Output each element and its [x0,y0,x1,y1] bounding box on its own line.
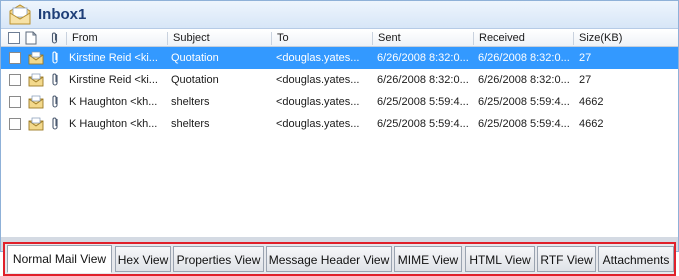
column-header-size[interactable]: Size(KB) [575,30,622,47]
column-separator [271,32,272,45]
tab-properties-view[interactable]: Properties View [173,246,264,272]
message-to: <douglas.yates... [276,52,360,64]
message-received: 6/25/2008 5:59:4... [478,118,570,130]
folder-title-bar: Inbox1 [1,1,678,29]
message-to: <douglas.yates... [276,118,360,130]
tab-rtf-view[interactable]: RTF View [537,246,596,272]
message-from: Kirstine Reid <ki... [69,74,158,86]
tab-mime-view[interactable]: MIME View [394,246,462,272]
message-sent: 6/26/2008 8:32:0... [377,52,469,64]
tab-message-header-view[interactable]: Message Header View [266,246,392,272]
attachment-paperclip-icon [52,117,58,130]
message-sent: 6/26/2008 8:32:0... [377,74,469,86]
tab-attachments[interactable]: Attachments [598,246,674,272]
column-separator [372,32,373,45]
column-separator [573,32,574,45]
select-all-checkbox[interactable] [8,32,20,44]
column-header-from[interactable]: From [68,30,98,47]
column-separator [167,32,168,45]
message-from: Kirstine Reid <ki... [69,52,158,64]
message-size: 4662 [579,118,604,130]
column-header-subject[interactable]: Subject [169,30,210,47]
tab-hex-view[interactable]: Hex View [115,246,171,272]
message-received: 6/25/2008 5:59:4... [478,96,570,108]
message-subject: shelters [171,118,210,130]
column-header-sent[interactable]: Sent [374,30,401,47]
message-to: <douglas.yates... [276,96,360,108]
message-size: 27 [579,74,592,86]
row-checkbox[interactable] [9,96,21,108]
row-checkbox[interactable] [9,52,21,64]
message-row[interactable]: K Haughton <kh... shelters <douglas.yates.… [1,91,678,113]
attachment-paperclip-icon [52,51,58,64]
tab-html-view[interactable]: HTML View [465,246,535,272]
message-size: 27 [579,52,592,64]
folder-title: Inbox1 [38,6,87,23]
message-list-header: From Subject To Sent Received Size(KB) [1,30,678,47]
column-header-to[interactable]: To [273,30,289,47]
envelope-icon [28,51,44,65]
message-sent: 6/25/2008 5:59:4... [377,118,469,130]
message-received: 6/26/2008 8:32:0... [478,52,570,64]
message-from: K Haughton <kh... [69,96,158,108]
message-subject: Quotation [171,74,219,86]
message-row[interactable]: K Haughton <kh... shelters <douglas.yates.… [1,113,678,135]
mail-viewer-window: Inbox1 From Subject To Sent Received Siz… [0,0,679,252]
message-sent: 6/25/2008 5:59:4... [377,96,469,108]
column-separator [66,32,67,45]
row-checkbox[interactable] [9,118,21,130]
message-row[interactable]: Kirstine Reid <ki... Quotation <douglas.ya… [1,69,678,91]
row-checkbox[interactable] [9,74,21,86]
message-row[interactable]: Kirstine Reid <ki... Quotation <douglas.ya… [1,47,678,69]
message-subject: Quotation [171,52,219,64]
attachment-paperclip-icon [52,95,58,108]
envelope-icon [28,117,44,131]
attachment-paperclip-icon [52,73,58,86]
message-subject: shelters [171,96,210,108]
column-header-received[interactable]: Received [475,30,525,47]
column-separator [473,32,474,45]
message-to: <douglas.yates... [276,74,360,86]
paperclip-icon [51,32,58,44]
message-from: K Haughton <kh... [69,118,158,130]
message-size: 4662 [579,96,604,108]
message-received: 6/26/2008 8:32:0... [478,74,570,86]
tab-normal-mail-view[interactable]: Normal Mail View [7,245,112,273]
envelope-icon [28,73,44,87]
mail-folder-icon [9,4,31,25]
document-icon [25,31,37,45]
envelope-icon [28,95,44,109]
